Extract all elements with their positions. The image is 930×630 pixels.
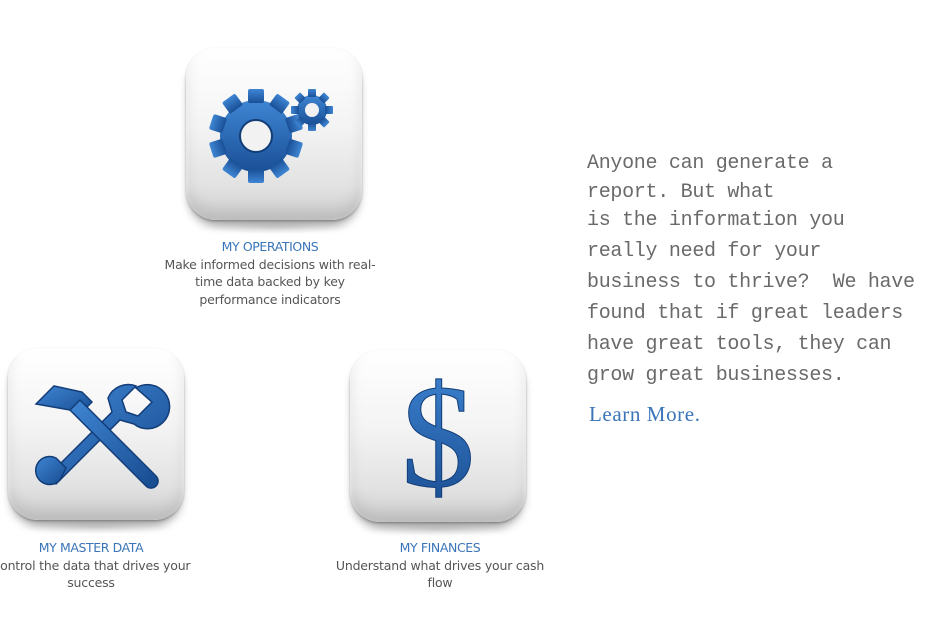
- intro-copy: Anyone can generate a report. But what i…: [587, 148, 927, 391]
- operations-caption: MY OPERATIONS Make informed decisions wi…: [160, 238, 380, 308]
- finances-caption: MY FINANCES Understand what drives your …: [330, 539, 550, 592]
- copy-line: found that if great leaders: [587, 302, 903, 325]
- copy-line: report. But what: [587, 181, 775, 204]
- copy-line: have great tools, they can: [587, 333, 892, 356]
- copy-line: is the information you: [587, 209, 845, 232]
- master-data-tile[interactable]: [8, 348, 184, 534]
- finances-tile[interactable]: $: [350, 350, 526, 536]
- master-data-caption: MY MASTER DATA Control the data that dri…: [0, 539, 201, 592]
- finances-description: Understand what drives your cash flow: [335, 557, 545, 591]
- copy-line: Anyone can generate a: [587, 152, 833, 175]
- copy-line: grow great businesses.: [587, 364, 845, 387]
- learn-more-link[interactable]: Learn More.: [589, 402, 701, 427]
- copy-line: really need for your: [587, 240, 822, 263]
- master-data-description: Control the data that drives your succes…: [0, 557, 191, 591]
- operations-tile[interactable]: [186, 48, 362, 234]
- master-data-title-link[interactable]: MY MASTER DATA: [0, 539, 201, 557]
- gears-icon: [209, 89, 333, 183]
- operations-description: Make informed decisions with real-time d…: [164, 256, 376, 307]
- tools-icon: [34, 383, 171, 489]
- finances-title-link[interactable]: MY FINANCES: [330, 539, 550, 557]
- dollar-icon: $: [401, 355, 476, 520]
- copy-line: business to thrive? We have: [587, 271, 915, 294]
- svg-text:$: $: [401, 355, 475, 519]
- operations-title-link[interactable]: MY OPERATIONS: [160, 238, 380, 256]
